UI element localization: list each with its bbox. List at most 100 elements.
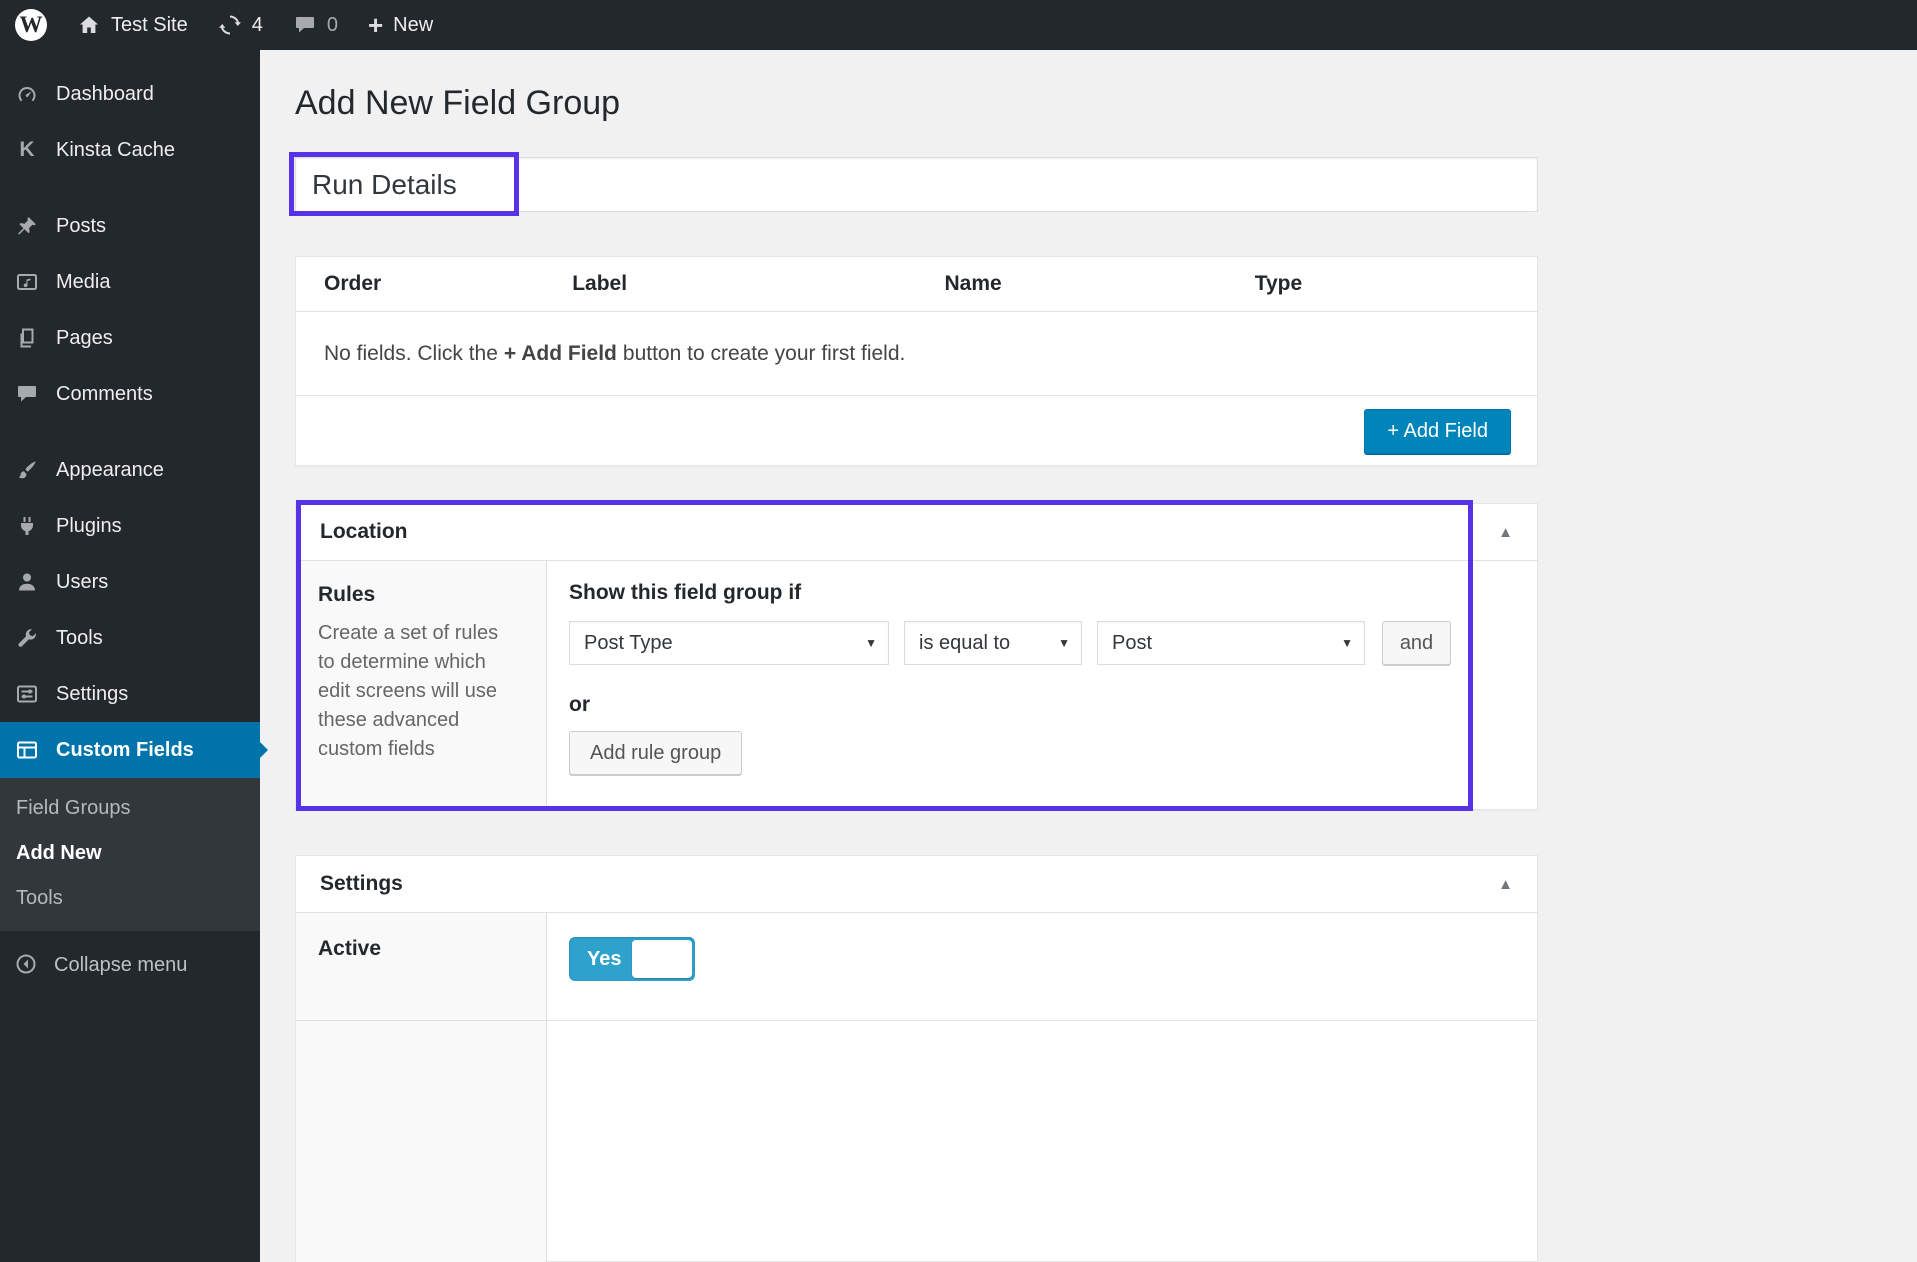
settings-title: Settings <box>320 872 403 896</box>
no-fields-message-bold: + Add Field <box>504 342 617 366</box>
location-rule-row: Post Type ▼ is equal to ▼ Post ▼ and <box>569 621 1515 665</box>
submenu-item-field-groups[interactable]: Field Groups <box>0 786 260 831</box>
site-name-label: Test Site <box>111 14 188 37</box>
active-toggle[interactable]: Yes <box>569 937 695 981</box>
kinsta-icon: K <box>14 137 40 163</box>
sidebar-item-label: Settings <box>56 683 128 706</box>
sidebar-item-tools[interactable]: Tools <box>0 610 260 666</box>
location-header: Location ▲ <box>296 504 1537 561</box>
new-label: New <box>393 14 433 37</box>
rule-operator-value: is equal to <box>919 632 1010 655</box>
no-fields-message-pre: No fields. Click the <box>324 342 498 366</box>
fields-metabox: Order Label Name Type No fields. Click t… <box>295 256 1538 466</box>
custom-fields-submenu: Field Groups Add New Tools <box>0 778 260 931</box>
sidebar-item-media[interactable]: Media <box>0 254 260 310</box>
sidebar-item-label: Appearance <box>56 459 164 482</box>
collapse-arrow-icon[interactable]: ▲ <box>1498 524 1513 541</box>
sidebar-item-label: Plugins <box>56 515 122 538</box>
location-body: Rules Create a set of rules to determine… <box>296 561 1537 810</box>
location-metabox: Location ▲ Rules Create a set of rules t… <box>295 503 1538 810</box>
sidebar-item-pages[interactable]: Pages <box>0 310 260 366</box>
wordpress-admin-screen: W Test Site 4 0 + New <box>0 0 1917 1262</box>
user-icon <box>14 569 40 595</box>
rule-value-value: Post <box>1112 632 1152 655</box>
collapse-menu-label: Collapse menu <box>54 954 187 977</box>
menu-separator <box>0 422 260 442</box>
paintbrush-icon <box>14 457 40 483</box>
wordpress-logo-icon: W <box>15 9 47 41</box>
settings-metabox: Settings ▲ Active Yes <box>295 855 1538 1262</box>
comments-count: 0 <box>327 14 338 37</box>
media-icon <box>14 269 40 295</box>
show-field-group-if-label: Show this field group if <box>569 581 1515 605</box>
submenu-item-label: Field Groups <box>16 797 131 820</box>
rule-value-select[interactable]: Post ▼ <box>1097 621 1365 665</box>
pushpin-icon <box>14 213 40 239</box>
admin-bar: W Test Site 4 0 + New <box>0 0 1917 50</box>
sidebar-item-posts[interactable]: Posts <box>0 198 260 254</box>
settings-active-value-cell: Yes <box>547 913 1537 1020</box>
dashboard-icon <box>14 81 40 107</box>
add-rule-group-button[interactable]: Add rule group <box>569 731 742 775</box>
active-label: Active <box>318 937 381 960</box>
sidebar-item-users[interactable]: Users <box>0 554 260 610</box>
sidebar-item-label: Tools <box>56 627 103 650</box>
sidebar-item-kinsta-cache[interactable]: K Kinsta Cache <box>0 122 260 178</box>
submenu-item-add-new[interactable]: Add New <box>0 831 260 876</box>
page-title: Add New Field Group <box>295 84 620 123</box>
sidebar-item-dashboard[interactable]: Dashboard <box>0 66 260 122</box>
submenu-item-label: Tools <box>16 887 63 910</box>
sidebar-item-label: Kinsta Cache <box>56 139 175 162</box>
new-content-button[interactable]: + New <box>353 0 448 50</box>
sidebar-item-custom-fields[interactable]: Custom Fields <box>0 722 260 778</box>
sidebar-item-label: Users <box>56 571 108 594</box>
comment-bubble-icon <box>293 13 317 37</box>
settings-icon <box>14 681 40 707</box>
wordpress-logo-button[interactable]: W <box>0 0 62 50</box>
collapse-arrow-icon[interactable]: ▲ <box>1498 876 1513 893</box>
location-rules-column: Rules Create a set of rules to determine… <box>296 561 547 810</box>
field-group-title-input[interactable] <box>295 157 1538 212</box>
custom-fields-icon <box>14 737 40 763</box>
sidebar-item-label: Media <box>56 271 110 294</box>
collapse-menu-button[interactable]: Collapse menu <box>0 939 260 991</box>
comments-link[interactable]: 0 <box>278 0 353 50</box>
wrench-icon <box>14 625 40 651</box>
settings-next-label-cell <box>296 1021 547 1262</box>
sidebar-item-appearance[interactable]: Appearance <box>0 442 260 498</box>
updates-link[interactable]: 4 <box>203 0 278 50</box>
rule-param-value: Post Type <box>584 632 673 655</box>
sidebar-item-label: Comments <box>56 383 153 406</box>
submenu-item-label: Add New <box>16 842 102 865</box>
add-field-button[interactable]: + Add Field <box>1364 409 1511 454</box>
sidebar-item-comments[interactable]: Comments <box>0 366 260 422</box>
add-and-rule-button[interactable]: and <box>1382 621 1451 665</box>
fields-table-header: Order Label Name Type <box>296 257 1537 312</box>
home-icon <box>77 13 101 37</box>
no-fields-message: No fields. Click the + Add Field button … <box>296 312 1537 396</box>
rule-param-select[interactable]: Post Type ▼ <box>569 621 889 665</box>
chevron-down-icon: ▼ <box>865 636 877 650</box>
active-toggle-value: Yes <box>569 948 621 971</box>
updates-icon <box>218 13 242 37</box>
chevron-down-icon: ▼ <box>1058 636 1070 650</box>
chevron-down-icon: ▼ <box>1341 636 1353 650</box>
sidebar-item-settings[interactable]: Settings <box>0 666 260 722</box>
sidebar: Dashboard K Kinsta Cache Posts Media Pag… <box>0 50 260 1262</box>
plug-icon <box>14 513 40 539</box>
toggle-knob <box>632 940 692 978</box>
column-header-order: Order <box>296 272 544 296</box>
sidebar-item-label: Posts <box>56 215 106 238</box>
rule-operator-select[interactable]: is equal to ▼ <box>904 621 1082 665</box>
pages-icon <box>14 325 40 351</box>
settings-active-label-cell: Active <box>296 913 547 1020</box>
no-fields-message-post: button to create your first field. <box>623 342 905 366</box>
comments-icon <box>14 381 40 407</box>
sidebar-item-plugins[interactable]: Plugins <box>0 498 260 554</box>
site-name-link[interactable]: Test Site <box>62 0 203 50</box>
collapse-icon <box>14 952 40 978</box>
plus-icon: + <box>368 12 383 38</box>
submenu-item-tools[interactable]: Tools <box>0 876 260 921</box>
location-title: Location <box>320 520 408 544</box>
rules-title: Rules <box>318 583 524 607</box>
